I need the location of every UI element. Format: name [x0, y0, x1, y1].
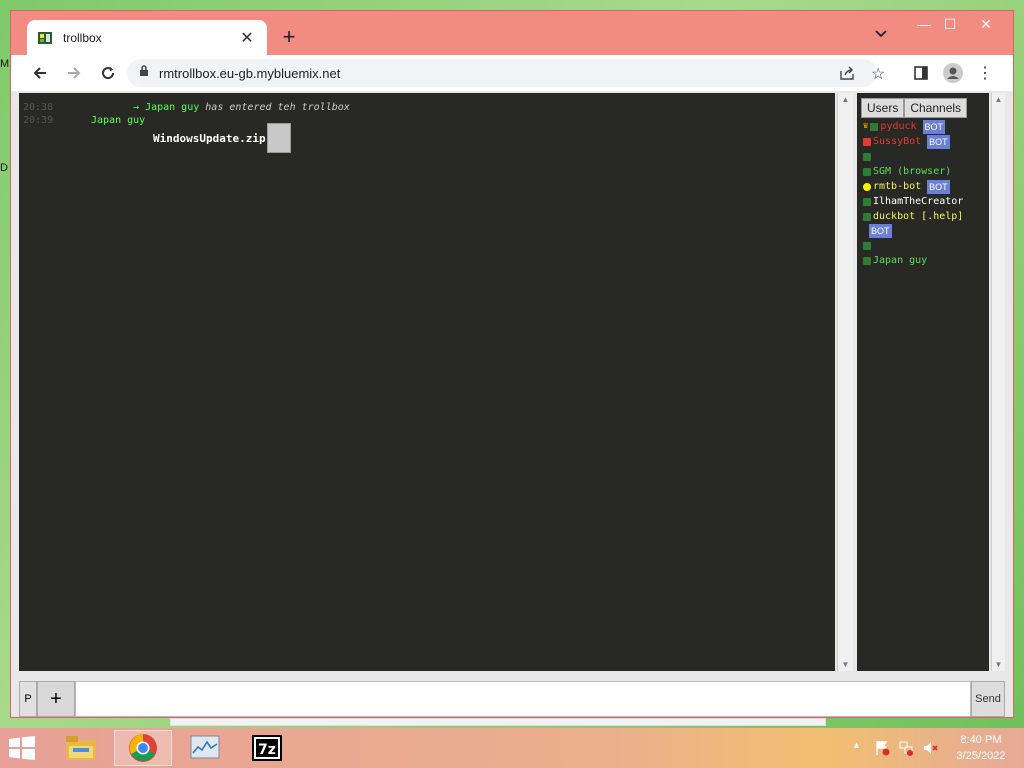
desktop-label-d: D [0, 162, 8, 174]
taskbar: 7z ▲ 8:40 PM 3/25/2022 [0, 728, 1024, 768]
bot-badge: BOT [927, 179, 950, 194]
tab-title: trollbox [63, 30, 102, 45]
close-window-button[interactable]: ✕ [969, 13, 1003, 35]
user-name[interactable]: duckbot [.help] [873, 209, 963, 224]
volume-muted-icon[interactable] [922, 740, 938, 759]
share-icon[interactable] [839, 65, 855, 86]
tab-strip: trollbox ✕ + — ☐ ✕ [11, 11, 1013, 55]
user-list-item[interactable]: SussyBot BOT [863, 134, 987, 149]
user-list-item[interactable]: SGM (browser) [863, 164, 987, 179]
status-dot-icon [863, 212, 871, 221]
svg-text:7z: 7z [258, 742, 276, 758]
user-list-item[interactable]: _____ [863, 149, 987, 164]
user-name[interactable]: _____ [873, 149, 903, 164]
chat-message: 20:39 Japan guy [23, 115, 145, 126]
bot-badge: BOT [927, 134, 950, 149]
status-dot-icon [863, 167, 871, 176]
user-name[interactable]: _ [873, 238, 879, 253]
users-scrollbar[interactable]: ▲ ▼ [991, 93, 1005, 671]
p-button[interactable]: P [19, 681, 37, 717]
clock-time: 8:40 PM [960, 734, 1002, 746]
task-manager-icon[interactable] [176, 730, 234, 766]
clock-date: 3/25/2022 [956, 750, 1006, 762]
windows-start-icon[interactable] [8, 736, 38, 760]
page-content: 20:38 → Japan guy has entered teh trollbo… [11, 91, 1013, 717]
join-arrow-icon: → [133, 102, 140, 113]
chat-area: 20:38 → Japan guy has entered teh trollbo… [19, 93, 835, 671]
add-button[interactable]: + [37, 681, 75, 717]
bot-badge: BOT [869, 224, 892, 238]
file-thumbnail[interactable] [266, 123, 291, 153]
user-list-item[interactable]: ♛ pyduck BOT [863, 119, 987, 134]
tray-expand-icon[interactable]: ▲ [852, 740, 861, 750]
scroll-down-icon[interactable]: ▼ [838, 660, 853, 669]
status-dot-icon [863, 182, 871, 191]
lock-icon[interactable] [139, 64, 149, 82]
message-nick[interactable]: Japan guy [145, 102, 199, 113]
tab-close-icon[interactable]: ✕ [237, 28, 257, 48]
user-name[interactable]: IlhamTheCreator [873, 194, 963, 209]
user-name[interactable]: pyduck [880, 119, 916, 134]
user-name[interactable]: SGM (browser) [873, 164, 951, 179]
status-dot-icon [870, 122, 879, 131]
scroll-up-icon[interactable]: ▲ [992, 95, 1005, 104]
address-bar[interactable]: rmtrollbox.eu-gb.mybluemix.net ☆ [127, 59, 885, 87]
reload-button[interactable] [93, 58, 123, 88]
users-panel: Users Channels ♛ pyduck BOT SussyBot BOT ____… [857, 93, 989, 671]
message-time: 20:39 [23, 115, 54, 126]
system-clock[interactable]: 8:40 PM 3/25/2022 [948, 732, 1014, 764]
message-input-bar: P + Send [19, 681, 1005, 721]
bot-badge: BOT [922, 119, 946, 134]
new-tab-button[interactable]: + [276, 25, 302, 49]
browser-window: trollbox ✕ + — ☐ ✕ rmtrollbox.eu-gb.mybl… [10, 10, 1014, 718]
user-name[interactable]: Japan guy [873, 253, 927, 268]
status-dot-icon [863, 241, 871, 250]
user-name[interactable]: SussyBot [873, 134, 921, 149]
status-dot-icon [863, 197, 871, 206]
status-dot-icon [863, 152, 871, 161]
action-center-flag-icon[interactable] [874, 740, 890, 759]
desktop-label-m: M [0, 58, 10, 70]
bookmark-star-icon[interactable]: ☆ [871, 64, 885, 84]
user-list-item[interactable]: Japan guy [863, 253, 987, 268]
crown-icon: ♛ [863, 121, 869, 131]
file-attachment[interactable]: WindowsUpdate.zip [153, 123, 291, 153]
horizontal-scrollbar[interactable] [170, 718, 826, 726]
message-input[interactable] [75, 681, 971, 717]
maximize-button[interactable]: ☐ [933, 13, 967, 35]
scroll-up-icon[interactable]: ▲ [838, 95, 853, 104]
user-list-item[interactable]: _ [863, 238, 987, 253]
user-list: ♛ pyduck BOT SussyBot BOT _____ SGM (browser) r… [863, 119, 987, 268]
network-icon[interactable] [898, 740, 914, 759]
user-list-item[interactable]: duckbot [.help] BOT [863, 209, 987, 238]
user-list-item[interactable]: IlhamTheCreator [863, 194, 987, 209]
status-dot-icon [863, 137, 871, 146]
7zip-icon[interactable]: 7z [238, 730, 296, 766]
url-text: rmtrollbox.eu-gb.mybluemix.net [159, 65, 341, 81]
tab-users[interactable]: Users [861, 98, 905, 118]
message-text: has entered teh trollbox [205, 102, 350, 113]
status-dot-icon [863, 256, 871, 265]
tab-search-chevron-icon[interactable] [875, 27, 887, 41]
chrome-icon[interactable] [114, 730, 172, 766]
trollbox-favicon-icon [37, 30, 53, 46]
side-panel-icon[interactable] [909, 61, 933, 85]
browser-toolbar: rmtrollbox.eu-gb.mybluemix.net ☆ ⋮ [11, 55, 1013, 91]
file-explorer-icon[interactable] [52, 730, 110, 766]
chat-scrollbar[interactable]: ▲ ▼ [837, 93, 853, 671]
profile-avatar-icon[interactable] [941, 61, 965, 85]
message-time: 20:38 [23, 102, 54, 113]
user-list-item[interactable]: rmtb-bot BOT [863, 179, 987, 194]
file-name[interactable]: WindowsUpdate.zip [153, 132, 266, 145]
user-name[interactable]: rmtb-bot [873, 179, 921, 194]
forward-button[interactable] [59, 58, 89, 88]
tab-channels[interactable]: Channels [904, 98, 968, 118]
send-button[interactable]: Send [971, 681, 1005, 717]
message-nick[interactable]: Japan guy [91, 115, 145, 126]
chat-message: 20:38 → Japan guy has entered teh trollbo… [23, 102, 350, 113]
menu-kebab-icon[interactable]: ⋮ [973, 61, 997, 85]
scroll-down-icon[interactable]: ▼ [992, 660, 1005, 669]
tab-trollbox[interactable]: trollbox ✕ [27, 20, 267, 55]
back-button[interactable] [25, 58, 55, 88]
